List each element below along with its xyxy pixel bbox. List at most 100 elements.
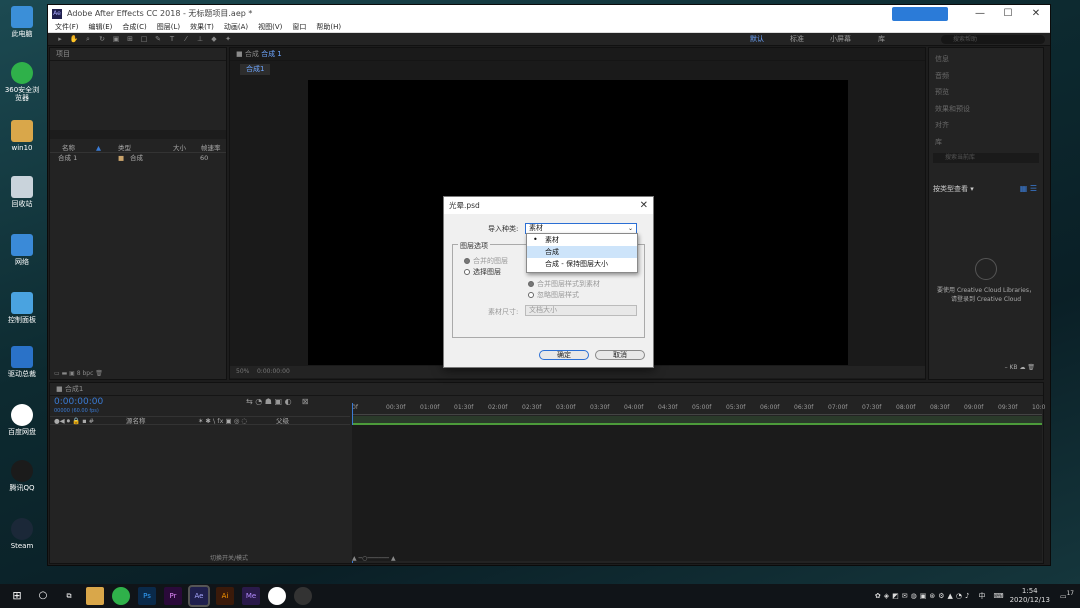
- cancel-button[interactable]: 取消: [595, 350, 645, 360]
- timeline-tools[interactable]: ⇆ ◔ ☗ ▣ ◐ ⊠: [246, 397, 308, 406]
- panel-audio[interactable]: 音频: [935, 68, 1037, 85]
- bpc-label[interactable]: 8 bpc: [77, 370, 94, 377]
- menu-view[interactable]: 视图(V): [258, 22, 282, 32]
- text-tool-icon[interactable]: T: [166, 35, 178, 44]
- menu-help[interactable]: 帮助(H): [316, 22, 341, 32]
- ok-button[interactable]: 确定: [539, 350, 589, 360]
- dropdown-item-comp-keep-size[interactable]: 合成 - 保持图层大小: [527, 258, 637, 270]
- panel-effects[interactable]: 效果和预设: [935, 101, 1037, 118]
- panel-info[interactable]: 信息: [935, 51, 1037, 68]
- switch-icons[interactable]: ✶ ✱ \ fx ▣ ◎ ◌: [198, 417, 276, 425]
- workspace-small[interactable]: 小屏幕: [830, 33, 851, 46]
- timeline-tab[interactable]: ■ 合成1: [50, 383, 1043, 396]
- close-button[interactable]: ✕: [1022, 8, 1050, 19]
- desktop-icon-recycle[interactable]: 回收站: [2, 176, 42, 208]
- ruler-tick: 05:00f: [692, 404, 712, 411]
- minimize-button[interactable]: —: [966, 8, 994, 19]
- time-ruler[interactable]: 0f 00:30f 01:00f 01:30f 02:00f 02:30f 03:00f 03…: [352, 401, 1045, 415]
- desktop-icon-win10[interactable]: win10: [2, 120, 42, 152]
- menu-composition[interactable]: 合成(C): [122, 22, 146, 32]
- choose-layer-radio[interactable]: 选择图层: [464, 267, 501, 277]
- maximize-button[interactable]: ☐: [994, 8, 1022, 19]
- library-search-input[interactable]: 搜索当前库: [933, 153, 1039, 163]
- search-help-input[interactable]: 搜索帮助: [941, 35, 1045, 44]
- comp-tab[interactable]: 合成1: [240, 64, 271, 75]
- workspace-default[interactable]: 默认: [750, 33, 764, 46]
- desktop-icon-qq[interactable]: 腾讯QQ: [2, 460, 42, 492]
- pan-tool-icon[interactable]: ⊞: [124, 35, 136, 44]
- work-area-bar[interactable]: [352, 416, 1042, 425]
- hand-tool-icon[interactable]: ✋: [68, 35, 80, 44]
- menu-window[interactable]: 窗口: [292, 22, 306, 32]
- zoom-tool-icon[interactable]: ⌕: [82, 35, 94, 44]
- zoom-select[interactable]: 50%: [236, 368, 249, 375]
- panel-align[interactable]: 对齐: [935, 117, 1037, 134]
- desktop-icon-network[interactable]: 网络: [2, 234, 42, 266]
- browser-taskbar-icon[interactable]: [112, 587, 130, 605]
- media-encoder-icon[interactable]: Me: [242, 587, 260, 605]
- windows-start-icon[interactable]: ⊞: [8, 587, 26, 605]
- timeline-timecode[interactable]: 0:00:00:00: [54, 397, 103, 407]
- illustrator-icon[interactable]: Ai: [216, 587, 234, 605]
- desktop-icon-this-pc[interactable]: 此电脑: [2, 6, 42, 38]
- file-explorer-icon[interactable]: [86, 587, 104, 605]
- av-switch-icons[interactable]: ●◀ ⏺ 🔒 ▪ #: [50, 417, 126, 425]
- notification-icon[interactable]: ▭17: [1060, 591, 1074, 600]
- panel-preview[interactable]: 预览: [935, 84, 1037, 101]
- workspace-standard[interactable]: 标准: [790, 33, 804, 46]
- puppet-tool-icon[interactable]: ✦: [222, 35, 234, 44]
- app-icon[interactable]: [268, 587, 286, 605]
- keyboard-icon[interactable]: ⌨: [993, 592, 1003, 600]
- clock[interactable]: 1:54 2020/12/13: [1010, 587, 1050, 605]
- task-view-icon[interactable]: ⧉: [60, 587, 78, 605]
- project-item-row[interactable]: 合成 1 ■ 合成 60: [50, 154, 226, 163]
- dialog-close-icon[interactable]: ✕: [640, 197, 648, 214]
- workspace-library[interactable]: 库: [878, 33, 885, 46]
- comp-time[interactable]: 0:00:00:00: [257, 368, 290, 375]
- sort-icon[interactable]: ▲: [96, 144, 118, 152]
- camera-tool-icon[interactable]: ▣: [110, 35, 122, 44]
- desktop-icon-steam[interactable]: Steam: [2, 518, 42, 550]
- stamp-tool-icon[interactable]: ⊥: [194, 35, 206, 44]
- ignore-styles-radio[interactable]: 忽略图层样式: [528, 290, 579, 300]
- qq-taskbar-icon[interactable]: [294, 587, 312, 605]
- dropdown-item-composition[interactable]: 合成: [527, 246, 637, 258]
- rect-tool-icon[interactable]: □: [138, 35, 150, 44]
- rotate-tool-icon[interactable]: ↻: [96, 35, 108, 44]
- ime-indicator[interactable]: 中: [978, 591, 985, 601]
- taskbar: ⊞ ○ ⧉ Ps Pr Ae Ai Me ✿◈◩✉◍▣⊛⚙▲◔♪ 中 ⌨ 1:5…: [0, 584, 1080, 608]
- desktop-icon-360[interactable]: 360安全浏览器: [2, 62, 42, 102]
- toggle-switches-modes[interactable]: 切换开关/模式: [210, 553, 248, 562]
- timeline-zoom-slider[interactable]: ▲ ─○────── ▲: [352, 555, 396, 562]
- dropdown-item-footage[interactable]: • 素材: [527, 234, 637, 246]
- after-effects-icon[interactable]: Ae: [188, 585, 210, 607]
- view-by-type[interactable]: 按类型查看 ▾: [933, 184, 974, 194]
- cloud-sync-icon[interactable]: [892, 6, 948, 21]
- menu-edit[interactable]: 编辑(E): [89, 22, 113, 32]
- network-icon: [11, 234, 33, 256]
- menu-file[interactable]: 文件(F): [55, 22, 79, 32]
- merge-styles-radio[interactable]: 合并图层样式到素材: [528, 279, 600, 289]
- menu-layer[interactable]: 图层(L): [157, 22, 180, 32]
- premiere-icon[interactable]: Pr: [164, 587, 182, 605]
- selection-tool-icon[interactable]: ▸: [54, 35, 66, 44]
- timeline-track-area[interactable]: [352, 425, 1042, 561]
- desktop-icon-driver[interactable]: 驱动总裁: [2, 346, 42, 378]
- desktop-icon-baidu[interactable]: 百度网盘: [2, 404, 42, 436]
- project-search[interactable]: [50, 130, 226, 139]
- tray-icons[interactable]: ✿◈◩✉◍▣⊛⚙▲◔♪: [875, 592, 973, 600]
- photoshop-icon[interactable]: Ps: [138, 587, 156, 605]
- eraser-tool-icon[interactable]: ◆: [208, 35, 220, 44]
- pen-tool-icon[interactable]: ✎: [152, 35, 164, 44]
- panel-library[interactable]: 库: [935, 134, 1037, 151]
- project-panel-title[interactable]: 项目: [50, 48, 226, 61]
- brush-tool-icon[interactable]: ⁄: [180, 35, 192, 44]
- search-icon[interactable]: ○: [34, 587, 52, 605]
- merged-layers-radio[interactable]: 合并的图层: [464, 256, 508, 266]
- menu-animation[interactable]: 动画(A): [224, 22, 248, 32]
- desktop-icon-control-panel[interactable]: 控制面板: [2, 292, 42, 324]
- recycle-bin-icon: [11, 176, 33, 198]
- footage-size-select[interactable]: 文档大小: [525, 305, 637, 316]
- menu-effect[interactable]: 效果(T): [190, 22, 214, 32]
- grid-view-icon[interactable]: ▦ ☰: [1020, 184, 1037, 193]
